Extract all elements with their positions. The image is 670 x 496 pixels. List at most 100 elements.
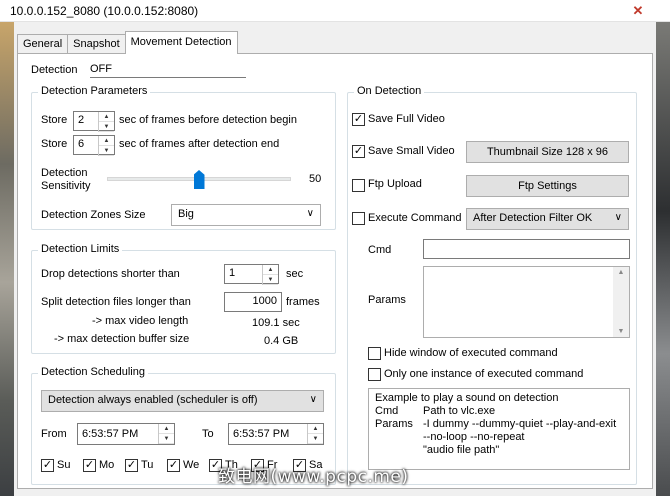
tab-general[interactable]: General xyxy=(17,34,69,54)
one-instance-checkbox[interactable] xyxy=(368,368,381,381)
sensitivity-label-line2: Sensitivity xyxy=(41,180,91,192)
command-example-box: Example to play a sound on detection Cmd… xyxy=(368,388,630,470)
to-time-input[interactable]: 6:53:57 PM ▲ ▼ xyxy=(228,423,324,445)
spin-up-icon[interactable]: ▲ xyxy=(308,424,323,434)
detection-status-value: OFF xyxy=(90,63,112,75)
check-icon: ✓ xyxy=(84,459,95,471)
day-checkbox-su[interactable]: ✓ xyxy=(41,459,54,472)
scroll-down-icon[interactable]: ▼ xyxy=(618,328,625,335)
spin-up-icon[interactable]: ▲ xyxy=(263,265,278,275)
spin-down-icon[interactable]: ▼ xyxy=(99,146,114,156)
spin-up-icon[interactable]: ▲ xyxy=(99,136,114,146)
close-button[interactable]: ✕ xyxy=(628,2,648,20)
cmd-input[interactable] xyxy=(423,239,630,259)
chevron-down-icon: ∨ xyxy=(309,394,317,405)
split-input[interactable]: 1000 xyxy=(224,292,282,312)
on-detection-group: On Detection ✓ Save Full Video ✓ Save Sm… xyxy=(347,85,637,485)
zones-size-select[interactable]: Big ∨ xyxy=(171,204,321,226)
from-time-input[interactable]: 6:53:57 PM ▲ ▼ xyxy=(77,423,175,445)
check-icon: ✓ xyxy=(168,459,179,471)
store-after-value: 6 xyxy=(78,138,85,150)
one-instance-label: Only one instance of executed command xyxy=(384,368,584,380)
tab-snapshot[interactable]: Snapshot xyxy=(67,34,126,54)
check-icon: ✓ xyxy=(42,459,53,471)
example-cmd-value: Path to vlc.exe xyxy=(423,405,496,417)
drop-spinner[interactable]: ▲ ▼ xyxy=(262,265,278,285)
split-label: Split detection files longer than xyxy=(41,296,191,308)
max-buffer-label: -> max detection buffer size xyxy=(54,333,190,345)
store-before-suffix: sec of frames before detection begin xyxy=(119,114,297,126)
thumbnail-size-button[interactable]: Thumbnail Size 128 x 96 xyxy=(466,141,629,163)
max-buffer-value: 0.4 GB xyxy=(264,335,299,347)
close-icon: ✕ xyxy=(632,3,644,18)
example-title: Example to play a sound on detection xyxy=(375,392,559,404)
chevron-down-icon: ∨ xyxy=(614,212,622,223)
detection-status-field: OFF xyxy=(90,60,246,78)
spin-up-icon[interactable]: ▲ xyxy=(159,424,174,434)
check-icon: ✓ xyxy=(126,459,137,471)
params-scrollbar[interactable]: ▲ ▼ xyxy=(613,267,629,337)
scheduler-mode-value: Detection always enabled (scheduler is o… xyxy=(48,394,258,406)
day-label-su: Su xyxy=(57,459,71,471)
split-unit: frames xyxy=(286,296,320,308)
save-small-video-label: Save Small Video xyxy=(368,145,455,157)
execute-trigger-select[interactable]: After Detection Filter OK ∨ xyxy=(466,208,629,230)
detection-scheduling-legend: Detection Scheduling xyxy=(38,366,148,378)
sensitivity-label-line1: Detection xyxy=(41,167,88,179)
store-before-input[interactable]: 2 ▲ ▼ xyxy=(73,111,115,132)
drop-unit: sec xyxy=(286,268,304,280)
example-params-value-3: "audio file path" xyxy=(423,444,500,456)
detection-parameters-group: Detection Parameters Store 2 ▲ ▼ sec of f… xyxy=(31,85,336,230)
scheduler-mode-select[interactable]: Detection always enabled (scheduler is o… xyxy=(41,390,324,412)
check-icon: ✓ xyxy=(353,113,364,125)
execute-command-checkbox[interactable] xyxy=(352,212,365,225)
store-after-spinner[interactable]: ▲ ▼ xyxy=(98,136,114,156)
day-checkbox-we[interactable]: ✓ xyxy=(167,459,180,472)
store-before-label: Store xyxy=(41,114,68,126)
ftp-upload-checkbox[interactable] xyxy=(352,179,365,192)
from-label: From xyxy=(41,428,67,440)
day-checkbox-mo[interactable]: ✓ xyxy=(83,459,96,472)
spin-down-icon[interactable]: ▼ xyxy=(308,434,323,444)
tab-panel: Detection OFF Detection Parameters Store… xyxy=(17,53,653,489)
execute-command-label: Execute Command xyxy=(368,212,462,224)
save-full-video-checkbox[interactable]: ✓ xyxy=(352,113,365,126)
day-checkbox-tu[interactable]: ✓ xyxy=(125,459,138,472)
store-before-value: 2 xyxy=(78,114,85,126)
zones-size-label: Detection Zones Size xyxy=(41,209,146,221)
save-small-video-checkbox[interactable]: ✓ xyxy=(352,145,365,158)
to-time-spinner[interactable]: ▲ ▼ xyxy=(307,424,323,444)
day-label-we: We xyxy=(183,459,200,471)
spin-down-icon[interactable]: ▼ xyxy=(159,434,174,444)
chevron-down-icon: ∨ xyxy=(306,208,314,219)
sensitivity-slider-thumb[interactable] xyxy=(193,170,205,189)
store-before-spinner[interactable]: ▲ ▼ xyxy=(98,112,114,132)
watermark-text: 致电网(www.pcpc.me) xyxy=(218,467,409,487)
from-time-value: 6:53:57 PM xyxy=(82,428,139,440)
hide-window-checkbox[interactable] xyxy=(368,347,381,360)
store-after-input[interactable]: 6 ▲ ▼ xyxy=(73,135,115,156)
on-detection-legend: On Detection xyxy=(354,85,425,97)
example-cmd-key: Cmd xyxy=(375,405,399,417)
save-full-video-label: Save Full Video xyxy=(368,113,445,125)
detection-label: Detection xyxy=(31,64,78,76)
sensitivity-label: Detection Sensitivity xyxy=(41,167,91,193)
drop-value: 1 xyxy=(229,267,236,279)
spin-down-icon[interactable]: ▼ xyxy=(263,275,278,285)
day-label-mo: Mo xyxy=(99,459,115,471)
max-video-label: -> max video length xyxy=(92,315,189,327)
to-time-value: 6:53:57 PM xyxy=(233,428,290,440)
store-after-suffix: sec of frames after detection end xyxy=(119,138,280,150)
spin-down-icon[interactable]: ▼ xyxy=(99,122,114,132)
example-params-value-2: --no-loop --no-repeat xyxy=(423,431,525,443)
spin-up-icon[interactable]: ▲ xyxy=(99,112,114,122)
example-params-key: Params xyxy=(375,418,413,430)
tab-movement-detection[interactable]: Movement Detection xyxy=(124,31,238,54)
sensitivity-value: 50 xyxy=(309,173,322,185)
store-after-label: Store xyxy=(41,138,68,150)
from-time-spinner[interactable]: ▲ ▼ xyxy=(158,424,174,444)
ftp-settings-button[interactable]: Ftp Settings xyxy=(466,175,629,197)
scroll-up-icon[interactable]: ▲ xyxy=(618,269,625,276)
params-textarea[interactable]: ▲ ▼ xyxy=(423,266,630,338)
drop-input[interactable]: 1 ▲ ▼ xyxy=(224,264,279,285)
